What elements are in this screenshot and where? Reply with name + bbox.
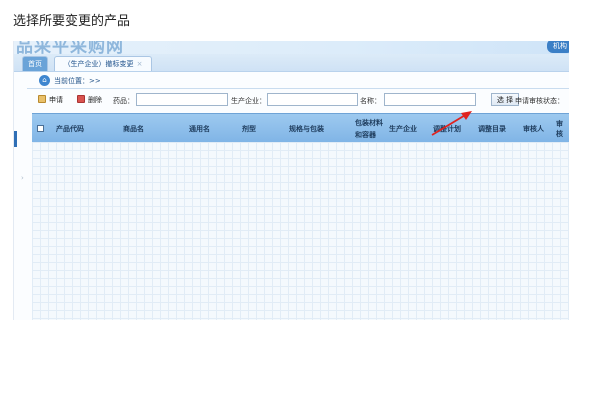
annotation-arrow-head <box>461 111 472 120</box>
annotation-arrow-line <box>431 113 468 136</box>
annotation-arrow <box>431 111 472 136</box>
